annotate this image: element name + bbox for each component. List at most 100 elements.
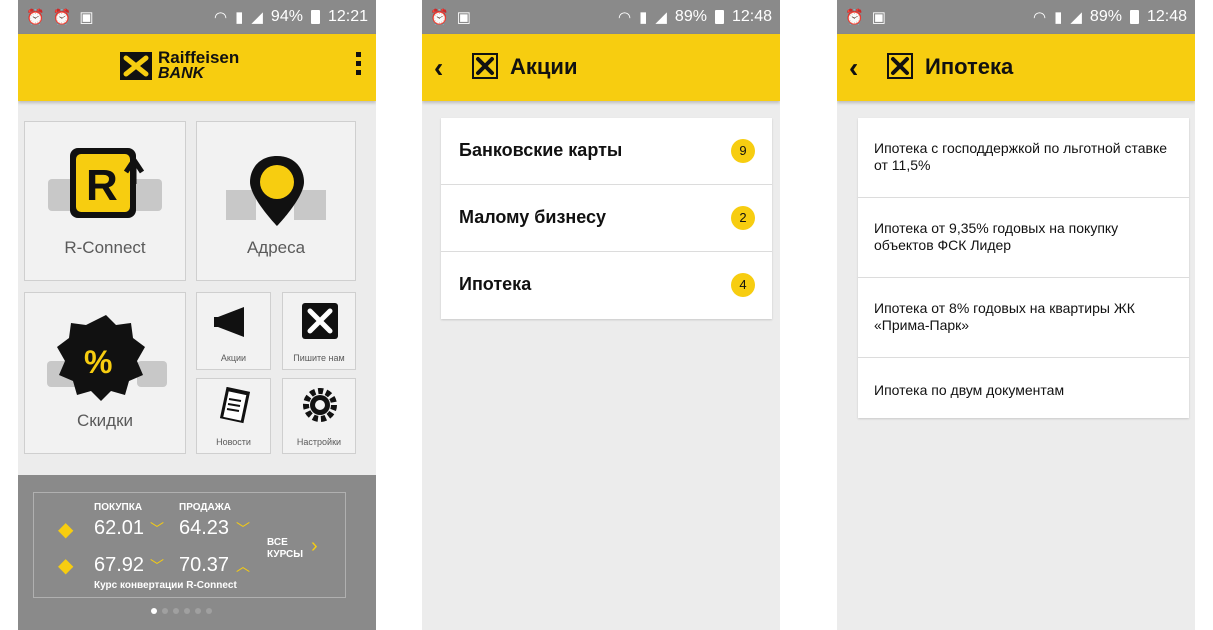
- all-rates-line1[interactable]: ВСЕ: [267, 537, 288, 548]
- signal-icon: ◢: [655, 9, 667, 26]
- mortgage-list: Ипотека с господдержкой по льготной став…: [858, 118, 1189, 418]
- tag-icon: ◆: [58, 555, 74, 577]
- raiffeisen-logo: Raiffeisen BANK: [120, 48, 240, 82]
- clock: 12:21: [327, 8, 368, 25]
- gear-icon: [303, 388, 337, 422]
- promos-list: Банковские карты 9 Малому бизнесу 2 Ипот…: [441, 118, 772, 319]
- svg-text:%: %: [84, 344, 112, 380]
- sell-label: ПРОДАЖА: [179, 502, 231, 513]
- tag-icon: ◆: [58, 519, 74, 541]
- count-badge: 4: [731, 273, 755, 297]
- eur-sell: 70.37: [179, 554, 230, 576]
- status-bar: ⏰ ⏰ ▣ ◠ ▮ ◢ 94% 12:21: [18, 0, 376, 34]
- tile-label: R-Connect: [64, 238, 146, 257]
- battery-percent: 89%: [1089, 8, 1122, 25]
- alarm-icon: ⏰: [845, 9, 864, 26]
- clock: 12:48: [1146, 8, 1187, 25]
- status-bar: ⏰ ▣ ◠ ▮ ◢ 89% 12:48: [837, 0, 1195, 34]
- screen-main: ⏰ ⏰ ▣ ◠ ▮ ◢ 94% 12:21 Raiffeisen BANK R …: [18, 0, 376, 630]
- item-label: Банковские карты: [459, 140, 623, 160]
- kebab-menu-icon[interactable]: [356, 52, 362, 79]
- map-pin-icon: [226, 156, 326, 226]
- alarm-icon: ⏰: [26, 9, 45, 26]
- tile-news[interactable]: Новости: [196, 378, 271, 454]
- battery-percent: 94%: [270, 8, 303, 25]
- all-rates-line2[interactable]: КУРСЫ: [267, 549, 303, 560]
- svg-text:R: R: [86, 161, 118, 210]
- sim-icon: ▮: [1054, 9, 1063, 26]
- chevron-right-icon[interactable]: ›: [311, 535, 318, 558]
- tile-label: Настройки: [296, 437, 342, 447]
- brand-line2: BANK: [158, 65, 205, 82]
- rates-widget[interactable]: ПОКУПКА ПРОДАЖА ◆ 62.01 ﹀ 64.23 ﹀ ◆ 67.9…: [33, 492, 346, 598]
- image-icon: ▣: [871, 9, 886, 26]
- alarm-icon: ⏰: [430, 9, 449, 26]
- list-item[interactable]: Ипотека с господдержкой по льготной став…: [858, 118, 1189, 198]
- app-bar: ‹ Ипотека: [837, 34, 1195, 101]
- chevron-down-icon: ﹀: [150, 521, 164, 537]
- item-label: Ипотека: [459, 274, 532, 294]
- count-badge: 2: [731, 206, 755, 230]
- rates-caption: Курс конвертации R-Connect: [94, 580, 237, 591]
- battery-icon: [714, 10, 724, 24]
- tile-promos[interactable]: Акции: [196, 292, 271, 370]
- usd-buy: 62.01: [94, 517, 145, 539]
- list-item[interactable]: Ипотека по двум документам: [858, 358, 1189, 418]
- news-icon: [219, 387, 251, 424]
- raiffeisen-logo-icon: [120, 52, 152, 80]
- tile-rconnect[interactable]: R R-Connect: [24, 121, 186, 281]
- list-item[interactable]: Малому бизнесу 2: [441, 185, 772, 252]
- tile-label: Адреса: [246, 238, 306, 257]
- count-badge: 9: [731, 139, 755, 163]
- page-title: Акции: [510, 54, 578, 79]
- brand-line1: Raiffeisen: [158, 48, 240, 67]
- back-arrow-icon[interactable]: ‹: [434, 52, 443, 84]
- chevron-down-icon: ﹀: [150, 558, 164, 574]
- usd-sell: 64.23: [179, 517, 230, 539]
- list-item[interactable]: Банковские карты 9: [441, 118, 772, 185]
- battery-icon: [310, 10, 320, 24]
- rates-panel: ПОКУПКА ПРОДАЖА ◆ 62.01 ﹀ 64.23 ﹀ ◆ 67.9…: [18, 475, 376, 630]
- clock: 12:48: [731, 8, 772, 25]
- battery-percent: 89%: [674, 8, 707, 25]
- page-title: Ипотека: [925, 54, 1014, 79]
- percent-icon: %: [47, 315, 167, 401]
- raiffeisen-logo-icon: [472, 53, 498, 79]
- wifi-icon: ◠: [214, 9, 228, 26]
- wifi-icon: ◠: [618, 9, 632, 26]
- app-bar: Raiffeisen BANK: [18, 34, 376, 101]
- wifi-icon: ◠: [1033, 9, 1047, 26]
- tile-settings[interactable]: Настройки: [282, 378, 356, 454]
- tile-label: Новости: [216, 437, 251, 447]
- item-label: Малому бизнесу: [459, 207, 607, 227]
- tile-addresses[interactable]: Адреса: [196, 121, 356, 281]
- signal-icon: ◢: [1070, 9, 1082, 26]
- tile-write-us[interactable]: Пишите нам: [282, 292, 356, 370]
- tile-label: Пишите нам: [293, 353, 345, 363]
- status-bar: ⏰ ▣ ◠ ▮ ◢ 89% 12:48: [422, 0, 780, 34]
- tile-discounts[interactable]: % Скидки: [24, 292, 186, 454]
- chevron-down-icon: ﹀: [236, 521, 250, 537]
- buy-label: ПОКУПКА: [94, 502, 143, 513]
- raiffeisen-logo-icon: [302, 303, 338, 339]
- screen-mortgage: ⏰ ▣ ◠ ▮ ◢ 89% 12:48 ‹ Ипотека Ипотека с …: [837, 0, 1195, 630]
- image-icon: ▣: [456, 9, 471, 26]
- sim-icon: ▮: [639, 9, 648, 26]
- tile-label: Акции: [220, 353, 247, 363]
- battery-icon: [1129, 10, 1139, 24]
- megaphone-icon: [214, 307, 244, 337]
- list-item[interactable]: Ипотека от 8% годовых на квартиры ЖК «Пр…: [858, 278, 1189, 358]
- list-item[interactable]: Ипотека от 9,35% годовых на покупку объе…: [858, 198, 1189, 278]
- list-item[interactable]: Ипотека 4: [441, 252, 772, 319]
- rconnect-icon: R: [48, 148, 162, 218]
- app-bar: ‹ Акции: [422, 34, 780, 101]
- sim-icon: ▮: [235, 9, 244, 26]
- tile-label: Скидки: [76, 411, 134, 430]
- alarm-icon: ⏰: [52, 9, 72, 26]
- back-arrow-icon[interactable]: ‹: [849, 52, 858, 84]
- raiffeisen-logo-icon: [887, 53, 913, 79]
- signal-icon: ◢: [251, 9, 263, 26]
- bag-icon: ▣: [79, 9, 94, 26]
- screen-promos: ⏰ ▣ ◠ ▮ ◢ 89% 12:48 ‹ Акции Банковские к…: [422, 0, 780, 630]
- chevron-up-icon: ︿: [236, 558, 250, 574]
